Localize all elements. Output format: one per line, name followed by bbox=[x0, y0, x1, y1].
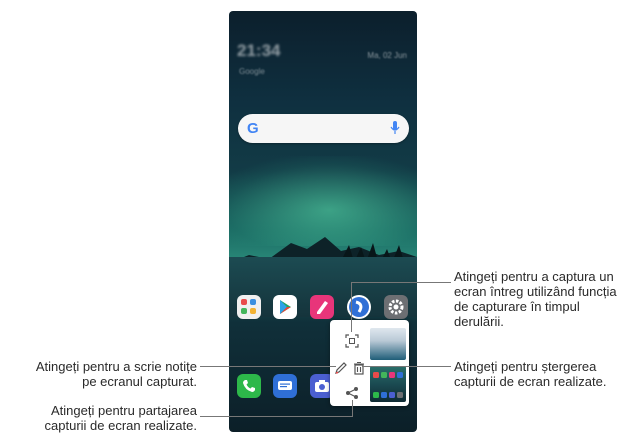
date-widget: Ma, 02 Jun bbox=[367, 51, 407, 60]
leader-capture-horizontal bbox=[351, 282, 451, 283]
callout-delete: Atingeți pentru ștergerea capturii de ec… bbox=[454, 359, 607, 389]
callout-write-notes: Atingeți pentru a scrie notițe pe ecranu… bbox=[35, 359, 197, 389]
screenshot-preview-bottom[interactable] bbox=[370, 366, 406, 402]
leader-share-horizontal bbox=[200, 416, 352, 417]
google-search-bar[interactable]: G bbox=[238, 114, 409, 143]
leader-capture-vertical bbox=[351, 282, 352, 332]
settings-icon[interactable] bbox=[384, 295, 408, 319]
leader-delete bbox=[362, 366, 451, 367]
gallery-folder-icon[interactable] bbox=[237, 295, 261, 319]
callout-share: Atingeți pentru partajarea capturii de e… bbox=[44, 403, 197, 433]
google-logo: G bbox=[247, 120, 259, 137]
extended-capture-icon[interactable] bbox=[345, 334, 359, 348]
trash-icon[interactable] bbox=[352, 361, 366, 375]
share-icon[interactable] bbox=[345, 386, 359, 400]
play-store-icon[interactable] bbox=[273, 295, 297, 319]
edit-pen-icon[interactable] bbox=[334, 361, 348, 375]
callout-capture-full: Atingeți pentru a captura un ecran între… bbox=[454, 269, 617, 329]
phone-icon[interactable] bbox=[237, 374, 261, 398]
clock-widget: 21:34 bbox=[237, 41, 281, 60]
messages-icon[interactable] bbox=[273, 374, 297, 398]
screenshot-toolbar bbox=[330, 320, 409, 406]
notes-icon[interactable] bbox=[310, 295, 334, 319]
leader-share-vertical bbox=[352, 400, 353, 417]
leader-write-notes bbox=[200, 366, 336, 367]
widget-subtitle: Google bbox=[239, 67, 265, 76]
screenshot-preview-top[interactable] bbox=[370, 328, 406, 360]
microphone-icon[interactable] bbox=[390, 120, 400, 136]
